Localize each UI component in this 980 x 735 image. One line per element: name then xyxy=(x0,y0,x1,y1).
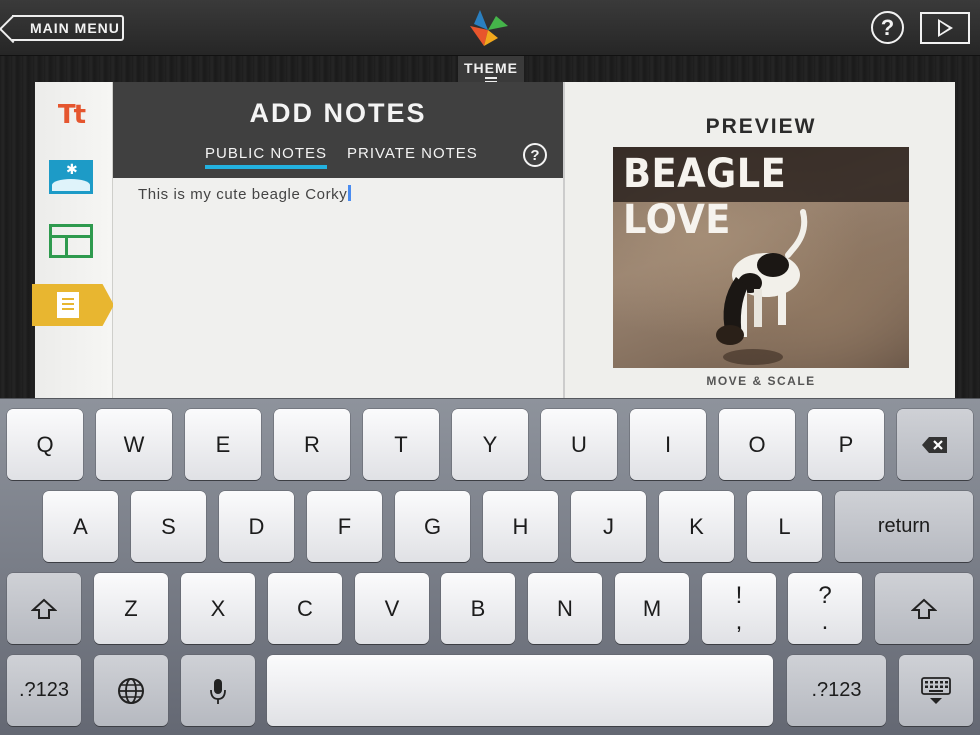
backspace-icon xyxy=(922,436,947,453)
key-p[interactable]: P xyxy=(808,409,884,480)
key-i[interactable]: I xyxy=(630,409,706,480)
shift-icon xyxy=(31,598,57,619)
key-s[interactable]: S xyxy=(131,491,206,562)
shift-icon xyxy=(911,598,937,619)
notes-text-value: This is my cute beagle Corky xyxy=(138,186,348,203)
key-o[interactable]: O xyxy=(719,409,795,480)
key-u[interactable]: U xyxy=(541,409,617,480)
key-d[interactable]: D xyxy=(219,491,294,562)
key-exclamation-label: ! xyxy=(735,581,743,609)
key-q[interactable]: Q xyxy=(7,409,83,480)
microphone-icon xyxy=(210,678,226,704)
tab-private-notes[interactable]: PRIVATE NOTES xyxy=(347,145,478,162)
key-l[interactable]: L xyxy=(747,491,822,562)
key-e[interactable]: E xyxy=(185,409,261,480)
key-question-period[interactable]: ?. xyxy=(788,573,862,644)
play-icon xyxy=(937,19,953,37)
top-bar: MAIN MENU ? xyxy=(0,0,980,56)
layout-tool-button[interactable] xyxy=(49,223,93,259)
on-screen-keyboard: Q W E R T Y U I O P A S D F G H J K L re… xyxy=(0,398,980,735)
preview-title: PREVIEW xyxy=(705,115,817,138)
delete-key[interactable] xyxy=(897,409,973,480)
theme-label: THEME xyxy=(464,60,518,76)
photo-icon xyxy=(49,160,93,194)
text-caret xyxy=(348,185,352,201)
hide-keyboard-icon xyxy=(921,676,951,704)
key-t[interactable]: T xyxy=(363,409,439,480)
numbers-key-right[interactable]: .?123 xyxy=(787,655,886,726)
photo-caption: BEAGLE LOVE xyxy=(623,151,787,243)
key-w[interactable]: W xyxy=(96,409,172,480)
tool-rail: Tt xyxy=(35,82,113,400)
key-question-label: ? xyxy=(818,581,832,609)
notes-icon xyxy=(57,292,79,318)
globe-key[interactable] xyxy=(94,655,168,726)
key-g[interactable]: G xyxy=(395,491,470,562)
key-exclamation-comma[interactable]: !, xyxy=(702,573,776,644)
key-f[interactable]: F xyxy=(307,491,382,562)
key-n[interactable]: N xyxy=(528,573,602,644)
main-menu-label: MAIN MENU xyxy=(30,20,120,36)
shift-left-key[interactable] xyxy=(7,573,81,644)
shift-right-key[interactable] xyxy=(875,573,973,644)
notes-header: ADD NOTES PUBLIC NOTES PRIVATE NOTES ? xyxy=(113,82,563,178)
key-m[interactable]: M xyxy=(615,573,689,644)
help-icon[interactable]: ? xyxy=(871,11,904,44)
key-comma-label: , xyxy=(735,607,743,635)
globe-icon xyxy=(118,677,144,704)
key-r[interactable]: R xyxy=(274,409,350,480)
key-y[interactable]: Y xyxy=(452,409,528,480)
notes-help-icon[interactable]: ? xyxy=(523,143,547,167)
hide-keyboard-key[interactable] xyxy=(899,655,973,726)
numbers-key-left[interactable]: .?123 xyxy=(7,655,81,726)
key-v[interactable]: V xyxy=(355,573,429,644)
key-z[interactable]: Z xyxy=(94,573,168,644)
space-key[interactable] xyxy=(267,655,773,726)
app-logo-icon xyxy=(470,10,508,46)
layout-icon xyxy=(49,224,93,258)
main-menu-button[interactable]: MAIN MENU xyxy=(12,15,124,41)
key-k[interactable]: K xyxy=(659,491,734,562)
key-c[interactable]: C xyxy=(268,573,342,644)
key-b[interactable]: B xyxy=(441,573,515,644)
photo-caption-banner: BEAGLE LOVE xyxy=(613,147,909,243)
key-x[interactable]: X xyxy=(181,573,255,644)
play-preview-button[interactable] xyxy=(920,12,970,44)
tab-public-notes[interactable]: PUBLIC NOTES xyxy=(205,145,328,169)
notes-title: ADD NOTES xyxy=(249,98,427,128)
notes-panel: ADD NOTES PUBLIC NOTES PRIVATE NOTES ? T… xyxy=(113,82,563,400)
preview-photo[interactable]: BEAGLE LOVE xyxy=(613,147,909,368)
key-j[interactable]: J xyxy=(571,491,646,562)
move-scale-label: MOVE & SCALE xyxy=(706,374,816,388)
notes-tool-button[interactable] xyxy=(32,284,114,326)
text-tool-button[interactable]: Tt xyxy=(49,97,93,133)
key-h[interactable]: H xyxy=(483,491,558,562)
preview-panel: PREVIEW BEAGLE LOVE MOVE & SCALE xyxy=(563,82,955,400)
return-key[interactable]: return xyxy=(835,491,973,562)
dictation-key[interactable] xyxy=(181,655,255,726)
key-period-label: . xyxy=(821,607,829,635)
text-tool-icon: Tt xyxy=(57,100,86,130)
key-a[interactable]: A xyxy=(43,491,118,562)
photo-tool-button[interactable] xyxy=(49,159,93,195)
notes-text-area[interactable]: This is my cute beagle Corky xyxy=(138,185,538,203)
